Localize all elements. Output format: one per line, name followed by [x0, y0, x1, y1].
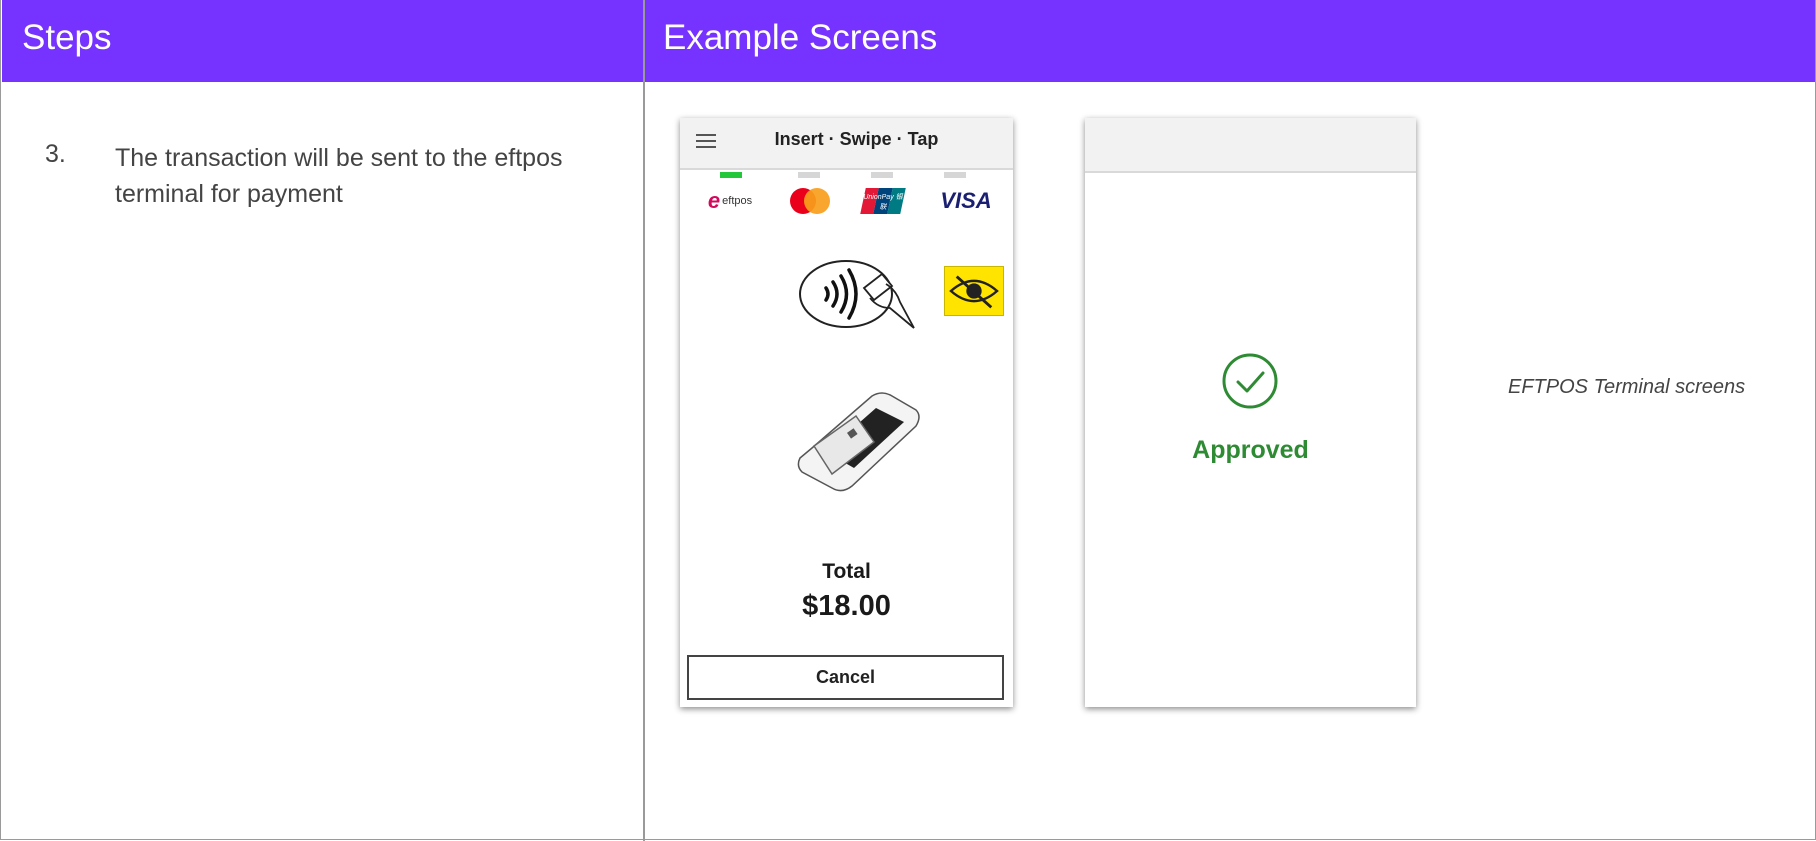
- contactless-icon: [799, 260, 915, 329]
- total-label: Total: [822, 560, 871, 583]
- screens-caption: EFTPOS Terminal screens: [1508, 376, 1746, 398]
- column-divider: [643, 0, 645, 841]
- card-terminal-icon: [797, 392, 920, 492]
- unionpay-logo: UnionPay 银联: [860, 186, 906, 216]
- eftpos-logo: e eftpos: [707, 188, 753, 213]
- indicator-eftpos: [720, 172, 742, 178]
- approved-screen-topbar: [1085, 118, 1416, 173]
- payment-screen: Insert · Swipe · Tap e eftpos UnionPay 银联…: [680, 118, 1013, 707]
- indicator-mastercard: [798, 172, 820, 178]
- approved-status: Approved: [1192, 436, 1309, 464]
- check-circle-icon: [1222, 353, 1278, 409]
- card-brand-indicators: [680, 172, 1013, 180]
- step-number: 3.: [45, 140, 66, 168]
- payment-screen-topbar: Insert · Swipe · Tap: [680, 118, 1013, 170]
- payment-screen-title: Insert · Swipe · Tap: [774, 129, 939, 149]
- mastercard-logo: [786, 186, 834, 216]
- approved-screen: Approved: [1085, 118, 1416, 707]
- cancel-button[interactable]: Cancel: [687, 655, 1004, 700]
- total-amount: $18.00: [802, 590, 891, 622]
- indicator-visa: [944, 172, 966, 178]
- no-see-icon: [944, 266, 1004, 316]
- indicator-unionpay: [871, 172, 893, 178]
- visa-logo: VISA: [940, 188, 992, 213]
- steps-header: Steps: [2, 0, 643, 82]
- eftpos-logo-text: eftpos: [722, 195, 753, 207]
- example-screens-header: Example Screens: [645, 0, 1815, 82]
- step-text: The transaction will be sent to the eftp…: [115, 144, 563, 208]
